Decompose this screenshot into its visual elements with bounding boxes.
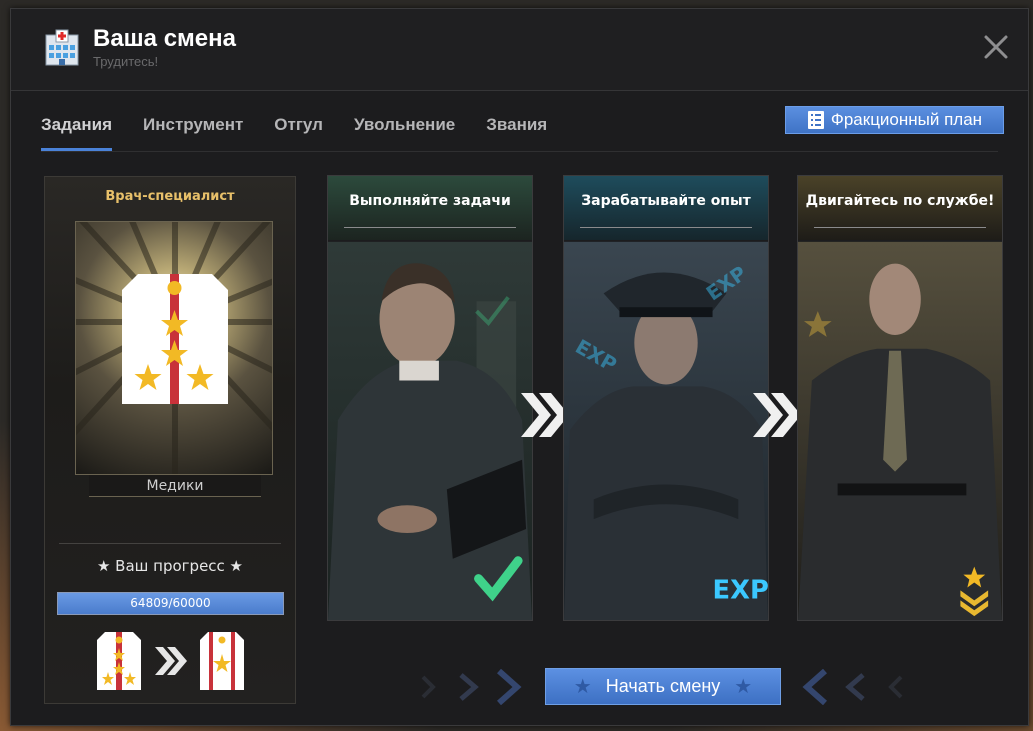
step-card-tasks: Выполняйте задачи (327, 175, 533, 621)
progress-text: 64809/60000 (130, 596, 211, 610)
shift-window: Ваша смена Трудитесь! Задания Инструмент… (10, 8, 1029, 726)
step-title: Выполняйте задачи (349, 193, 511, 209)
close-icon[interactable] (982, 33, 1010, 61)
window-subtitle: Трудитесь! (93, 54, 159, 69)
next-rank-epaulet-icon (200, 632, 244, 690)
tabs-divider (41, 151, 998, 152)
step-divider (814, 227, 986, 228)
rank-divider (59, 543, 281, 544)
step-divider (344, 227, 516, 228)
decorative-chevrons-left-icon (421, 669, 522, 705)
step-title: Двигайтесь по службе! (805, 193, 995, 209)
decorative-chevrons-right-icon (802, 669, 903, 705)
rank-frame (75, 221, 273, 475)
titlebar: Ваша смена Трудитесь! (11, 9, 1028, 91)
tab-day-off[interactable]: Отгул (274, 109, 323, 151)
start-shift-button[interactable]: ★ Начать смену ★ (545, 668, 781, 705)
step-card-experience: Зарабатывайте опыт EXP EXP EXP (563, 175, 769, 621)
faction-label: Медики (146, 478, 204, 494)
current-rank-epaulet-icon (97, 632, 141, 690)
checklist-icon (807, 111, 824, 129)
rank-card: Врач-специалист Медики ★ Ваш прогресс ★ … (44, 176, 296, 704)
progress-bar: 64809/60000 (57, 592, 284, 615)
officer-cap-art: EXP EXP EXP (564, 241, 768, 620)
step-divider (580, 227, 752, 228)
step-card-promotion: Двигайтесь по службе! (797, 175, 1003, 621)
step-header: Двигайтесь по службе! (798, 176, 1002, 240)
star-icon: ★ (573, 676, 592, 698)
faction-label-plate: Медики (89, 475, 261, 497)
start-shift-label: Начать смену (605, 676, 721, 696)
rank-title: Врач-специалист (105, 189, 235, 204)
step-header: Выполняйте задачи (328, 176, 532, 240)
next-rank-arrow-icon (155, 647, 187, 675)
tab-resignation[interactable]: Увольнение (354, 109, 455, 151)
epaulet-icon (122, 274, 228, 404)
step-title: Зарабатывайте опыт (581, 193, 751, 209)
officer-with-tablet-art (328, 241, 532, 620)
hospital-icon (45, 29, 79, 66)
faction-plan-label: Фракционный план (830, 110, 983, 129)
progress-label: ★ Ваш прогресс ★ (96, 557, 244, 575)
officer-promotion-art (798, 241, 1002, 620)
tab-tools[interactable]: Инструмент (143, 109, 243, 151)
faction-plan-button[interactable]: Фракционный план (785, 106, 1004, 134)
step-header: Зарабатывайте опыт (564, 176, 768, 240)
window-title: Ваша смена (93, 25, 236, 52)
star-icon: ★ (734, 676, 753, 698)
tab-bar: Задания Инструмент Отгул Увольнение Зван… (41, 109, 578, 151)
exp-badge: EXP (713, 575, 768, 605)
tab-tasks[interactable]: Задания (41, 109, 112, 151)
tab-ranks[interactable]: Звания (486, 109, 547, 151)
